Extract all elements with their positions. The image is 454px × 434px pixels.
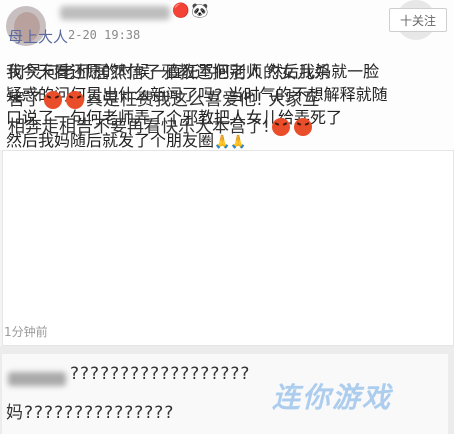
- username-blurred[interactable]: [60, 6, 170, 20]
- screenshot: 🔴🐼 2-20 19:38 十关注 我今天看还愿的时候一直狂骂何老师 然后我妈就…: [0, 0, 454, 434]
- follow-label: 十关注: [399, 13, 436, 28]
- comment-line-text: 相奔走相告不要再看快乐大本营了!: [8, 117, 270, 137]
- comment-line: 害了 真是枉费我这么喜爱他! 大家互: [8, 87, 448, 114]
- angry-emoji-icon: [66, 91, 84, 109]
- comment-line-text: 害了: [8, 90, 42, 110]
- angry-emoji-icon: [293, 118, 312, 136]
- follow-button[interactable]: 十关注: [389, 8, 447, 32]
- reply-username-blurred[interactable]: [8, 372, 66, 386]
- repost-card[interactable]: [2, 150, 454, 346]
- comment-username[interactable]: 母上大人: [8, 26, 68, 47]
- comment-line-text: 真是枉费我这么喜爱他! 大家互: [86, 90, 320, 110]
- angry-emoji-icon: [271, 118, 290, 136]
- reply-line: ??????????????????: [70, 364, 251, 384]
- comment-text: 何炅何老师居然信了邪教还把别人的女儿杀 害了 真是枉费我这么喜爱他! 大家互 相奔…: [8, 60, 448, 141]
- reply-line: 妈???????????????: [6, 403, 175, 423]
- angry-emoji-icon: [44, 91, 62, 109]
- comment-line: 相奔走相告不要再看快乐大本营了!: [8, 114, 448, 141]
- comment-timestamp: 1分钟前: [4, 325, 48, 339]
- post-timestamp: 2-20 19:38: [68, 28, 141, 42]
- comment-line: 何炅何老师居然信了邪教还把别人的女儿杀: [8, 63, 331, 83]
- user-badges: 🔴🐼: [172, 3, 211, 19]
- watermark: 连你游戏: [272, 381, 393, 414]
